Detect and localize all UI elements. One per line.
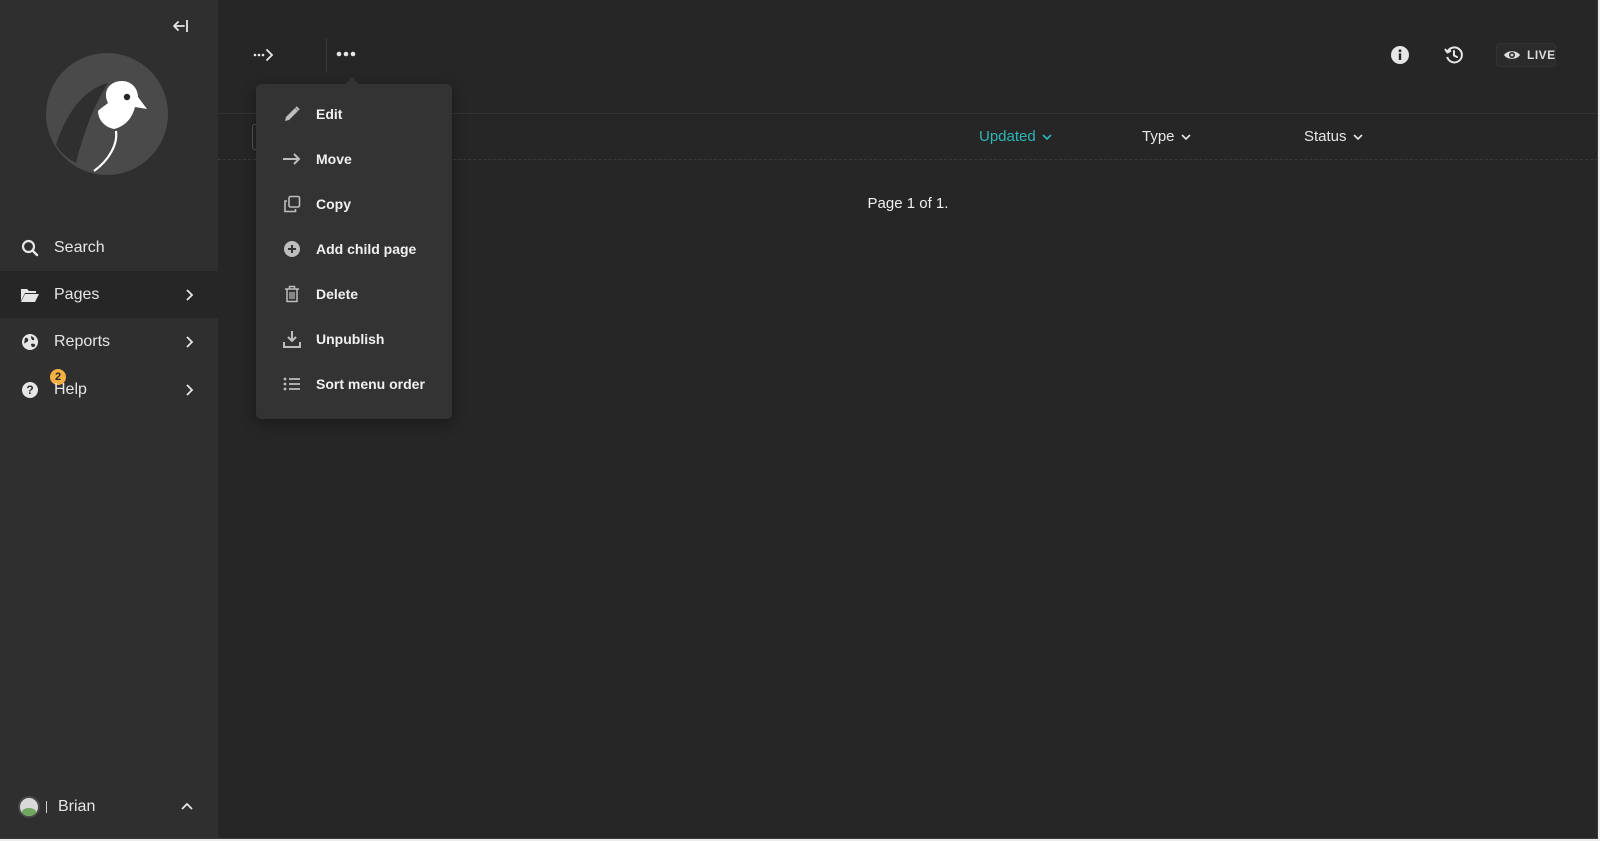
folder-open-icon [20, 285, 40, 305]
sidebar-item-reports[interactable]: Reports [0, 318, 218, 365]
live-label: LIVE [1527, 48, 1556, 62]
chevron-right-icon [182, 383, 196, 397]
menu-item-delete[interactable]: Delete [256, 272, 452, 316]
menu-item-move[interactable]: Move [256, 137, 452, 181]
avatar-divider [46, 801, 47, 813]
svg-text:?: ? [26, 383, 33, 397]
chevron-down-icon [1180, 133, 1191, 141]
menu-item-sort-menu-order[interactable]: Sort menu order [256, 362, 452, 406]
dotted-arrow-right-icon [253, 49, 274, 61]
menu-item-label: Add child page [316, 241, 417, 257]
eye-icon [1503, 48, 1521, 62]
breadcrumb-toggle-button[interactable] [252, 44, 276, 64]
more-actions-button[interactable] [332, 42, 360, 66]
more-dots-icon [336, 51, 356, 57]
chevron-down-icon [1352, 133, 1363, 141]
menu-item-label: Edit [316, 106, 343, 122]
column-header-updated[interactable]: Updated [979, 128, 1052, 145]
menu-item-copy[interactable]: Copy [256, 182, 452, 226]
column-label: Status [1304, 128, 1347, 145]
live-status-button[interactable]: LIVE [1496, 43, 1556, 67]
bird-logo-icon[interactable] [46, 53, 168, 175]
info-icon [1391, 46, 1409, 64]
history-icon [1444, 46, 1463, 64]
header-divider [326, 38, 327, 72]
menu-item-label: Copy [316, 196, 351, 212]
chevron-right-icon [182, 335, 196, 349]
collapse-sidebar-button[interactable] [168, 14, 194, 38]
menu-item-label: Sort menu order [316, 376, 425, 392]
sidebar-item-label: Help [54, 380, 87, 398]
list-icon [282, 374, 302, 394]
arrow-right-icon [282, 149, 302, 169]
column-label: Updated [979, 128, 1036, 145]
chevron-right-icon [182, 288, 196, 302]
sidebar-item-label: Pages [54, 285, 100, 303]
page-actions-dropdown: Edit Move Copy Add child page Delete Unp… [256, 77, 452, 419]
pencil-icon [282, 104, 302, 124]
menu-item-add-child-page[interactable]: Add child page [256, 227, 452, 271]
user-account-row[interactable]: Brian [0, 790, 218, 824]
menu-item-label: Delete [316, 286, 359, 302]
column-header-type[interactable]: Type [1142, 128, 1191, 145]
chevron-down-icon [1042, 133, 1052, 141]
browser-frame: Search Pages Reports ? 2 Help Brian LIVE… [0, 0, 1600, 841]
menu-item-edit[interactable]: Edit [256, 92, 452, 136]
sidebar-item-label: Reports [54, 332, 111, 350]
menu-item-label: Move [316, 151, 352, 167]
history-button[interactable] [1442, 43, 1466, 67]
help-circle-icon: ? 2 [20, 368, 66, 400]
info-button[interactable] [1388, 43, 1412, 67]
search-icon [20, 238, 40, 258]
sidebar-item-pages[interactable]: Pages [0, 271, 218, 318]
arrow-left-to-line-icon [173, 20, 188, 32]
sidebar: Search Pages Reports ? 2 Help Brian [0, 0, 218, 838]
globe-icon [20, 332, 40, 352]
sidebar-item-help[interactable]: ? 2 Help [0, 366, 218, 413]
sidebar-item-search[interactable]: Search [0, 224, 218, 271]
column-label: Type [1142, 128, 1175, 145]
sidebar-item-label: Search [54, 238, 105, 256]
copy-icon [282, 194, 302, 214]
menu-item-label: Unpublish [316, 331, 385, 347]
app-window: Search Pages Reports ? 2 Help Brian LIVE… [0, 0, 1598, 839]
avatar [18, 796, 40, 818]
column-header-status[interactable]: Status [1304, 128, 1363, 145]
download-icon [282, 329, 302, 349]
plus-circle-icon [282, 239, 302, 259]
chevron-up-icon[interactable] [180, 800, 194, 814]
trash-icon [282, 284, 302, 304]
user-name: Brian [58, 798, 96, 815]
menu-item-unpublish[interactable]: Unpublish [256, 317, 452, 361]
